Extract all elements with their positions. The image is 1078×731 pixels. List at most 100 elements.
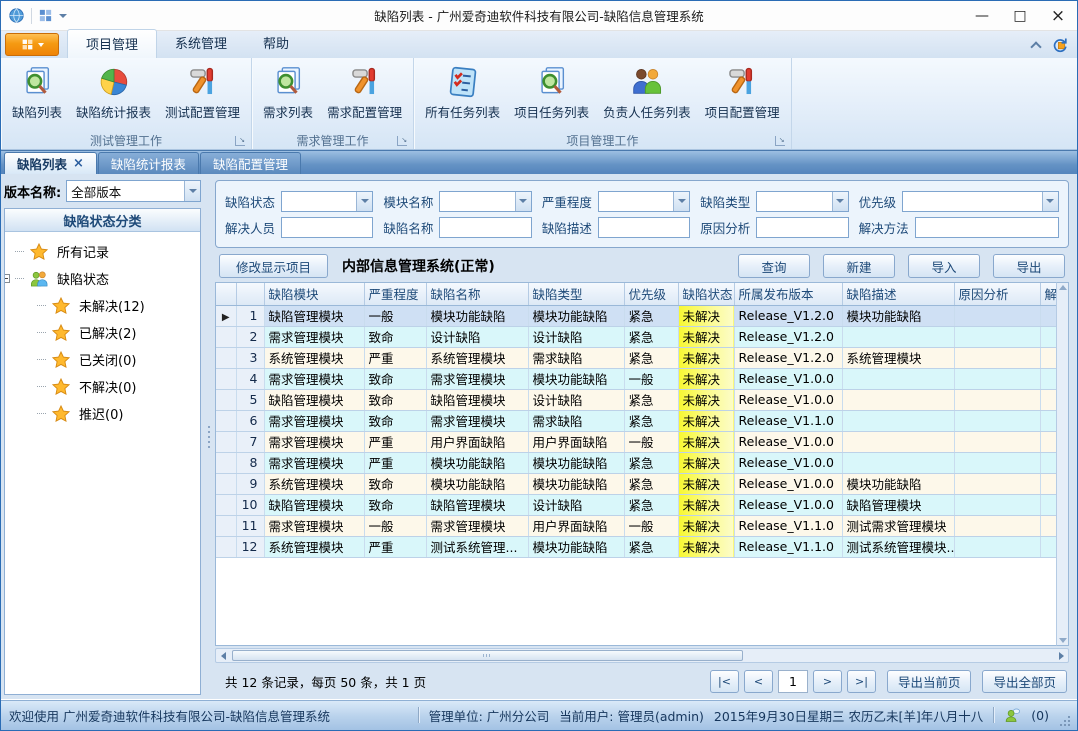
- last-page-button[interactable]: >|: [847, 670, 876, 693]
- dialog-launcher-icon[interactable]: ↘: [397, 136, 407, 146]
- tree-item[interactable]: 推迟(0): [5, 400, 200, 427]
- action-button[interactable]: 导入: [908, 254, 980, 278]
- ribbon-button[interactable]: 缺陷统计报表: [69, 63, 158, 123]
- select-dropdown-button[interactable]: [1042, 192, 1058, 211]
- action-button[interactable]: 新建: [823, 254, 895, 278]
- row-selector-cell[interactable]: [216, 410, 236, 431]
- quick-access-caret-icon[interactable]: [59, 14, 67, 18]
- tab-close-icon[interactable]: ×: [73, 156, 84, 171]
- ribbon-button[interactable]: 项目配置管理: [698, 63, 787, 123]
- export-current-page-button[interactable]: 导出当前页: [887, 670, 972, 693]
- document-tab[interactable]: 缺陷统计报表: [98, 152, 199, 174]
- table-row[interactable]: 7 需求管理模块 严重 用户界面缺陷 用户界面缺陷 一般 未解决 Release…: [216, 431, 1056, 452]
- action-button[interactable]: 查询: [738, 254, 810, 278]
- select-dropdown-button[interactable]: [832, 192, 848, 211]
- table-row[interactable]: 3 系统管理模块 严重 系统管理模块 需求缺陷 紧急 未解决 Release_V…: [216, 347, 1056, 368]
- column-header[interactable]: 缺陷模块: [264, 283, 364, 305]
- tree-item[interactable]: 缺陷状态: [5, 265, 200, 292]
- ribbon-tab[interactable]: 帮助: [245, 29, 307, 58]
- vertical-scrollbar[interactable]: [1056, 282, 1069, 646]
- dialog-launcher-icon[interactable]: ↘: [775, 136, 785, 146]
- first-page-button[interactable]: |<: [710, 670, 739, 693]
- maximize-button[interactable]: □: [1001, 1, 1039, 30]
- page-number-input[interactable]: [778, 670, 808, 693]
- ribbon-button[interactable]: 需求列表: [256, 63, 320, 123]
- row-selector-cell[interactable]: [216, 494, 236, 515]
- filter-input[interactable]: [281, 217, 373, 238]
- action-button[interactable]: 导出: [993, 254, 1065, 278]
- ribbon-tab[interactable]: 项目管理: [67, 29, 157, 58]
- about-refresh-icon[interactable]: [1052, 36, 1069, 53]
- table-row[interactable]: 10 缺陷管理模块 致命 缺陷管理模块 设计缺陷 紧急 未解决 Release_…: [216, 494, 1056, 515]
- next-page-button[interactable]: >: [813, 670, 842, 693]
- ribbon-button[interactable]: 缺陷列表: [5, 63, 69, 123]
- tree-item[interactable]: 所有记录: [5, 238, 200, 265]
- table-row[interactable]: 8 需求管理模块 严重 模块功能缺陷 模块功能缺陷 紧急 未解决 Release…: [216, 452, 1056, 473]
- column-header[interactable]: 缺陷状态: [678, 283, 734, 305]
- table-row[interactable]: 9 系统管理模块 致命 模块功能缺陷 模块功能缺陷 紧急 未解决 Release…: [216, 473, 1056, 494]
- tree-item[interactable]: 已解决(2): [5, 319, 200, 346]
- ribbon-button[interactable]: 需求配置管理: [320, 63, 409, 123]
- row-selector-cell[interactable]: ▶: [216, 305, 236, 326]
- prev-page-button[interactable]: <: [744, 670, 773, 693]
- scroll-right-icon[interactable]: [1054, 652, 1068, 660]
- row-selector-cell[interactable]: [216, 389, 236, 410]
- filter-select[interactable]: [281, 191, 373, 212]
- filter-input[interactable]: [598, 217, 690, 238]
- column-header[interactable]: 缺陷类型: [528, 283, 624, 305]
- document-tab[interactable]: 缺陷配置管理: [200, 152, 301, 174]
- row-selector-cell[interactable]: [216, 326, 236, 347]
- filter-input[interactable]: [756, 217, 848, 238]
- table-row[interactable]: 11 需求管理模块 一般 需求管理模块 用户界面缺陷 一般 未解决 Releas…: [216, 515, 1056, 536]
- select-dropdown-button[interactable]: [515, 192, 531, 211]
- filter-select[interactable]: [756, 191, 848, 212]
- filter-input[interactable]: [439, 217, 531, 238]
- ribbon-tab[interactable]: 系统管理: [157, 29, 245, 58]
- tree-item[interactable]: 已关闭(0): [5, 346, 200, 373]
- ribbon-button[interactable]: 负责人任务列表: [596, 63, 698, 123]
- scrollbar-thumb[interactable]: [232, 650, 743, 661]
- document-tab[interactable]: 缺陷列表 ×: [4, 152, 97, 174]
- column-header[interactable]: 严重程度: [364, 283, 426, 305]
- filter-select[interactable]: [598, 191, 690, 212]
- column-header[interactable]: 原因分析: [954, 283, 1040, 305]
- ribbon-button[interactable]: 测试配置管理: [158, 63, 247, 123]
- column-header[interactable]: 缺陷名称: [426, 283, 528, 305]
- panel-splitter[interactable]: [205, 174, 213, 699]
- table-row[interactable]: 12 系统管理模块 严重 测试系统管理... 模块功能缺陷 紧急 未解决 Rel…: [216, 536, 1056, 557]
- row-selector-cell[interactable]: [216, 473, 236, 494]
- modify-display-items-button[interactable]: 修改显示项目: [219, 254, 328, 278]
- table-row[interactable]: 5 缺陷管理模块 致命 缺陷管理模块 设计缺陷 紧急 未解决 Release_V…: [216, 389, 1056, 410]
- select-dropdown-button[interactable]: [673, 192, 689, 211]
- tree-item[interactable]: 不解决(0): [5, 373, 200, 400]
- filter-input[interactable]: [915, 217, 1059, 238]
- column-header[interactable]: 解决方法: [1040, 283, 1056, 305]
- horizontal-scrollbar[interactable]: [215, 648, 1069, 663]
- tree-item[interactable]: 未解决(12): [5, 292, 200, 319]
- filter-select[interactable]: [902, 191, 1059, 212]
- scroll-left-icon[interactable]: [216, 652, 230, 660]
- export-all-pages-button[interactable]: 导出全部页: [982, 670, 1067, 693]
- column-header[interactable]: 所属发布版本: [734, 283, 842, 305]
- version-combobox[interactable]: 全部版本: [66, 180, 201, 202]
- select-dropdown-button[interactable]: [356, 192, 372, 211]
- close-button[interactable]: ×: [1039, 1, 1077, 30]
- row-selector-cell[interactable]: [216, 452, 236, 473]
- minimize-button[interactable]: —: [963, 1, 1001, 30]
- scroll-down-icon[interactable]: [1059, 638, 1067, 643]
- application-menu-button[interactable]: [5, 33, 59, 56]
- ribbon-button[interactable]: 项目任务列表: [507, 63, 596, 123]
- table-row[interactable]: 6 需求管理模块 致命 需求管理模块 需求缺陷 紧急 未解决 Release_V…: [216, 410, 1056, 431]
- row-selector-cell[interactable]: [216, 515, 236, 536]
- tree-expander-icon[interactable]: [5, 274, 10, 283]
- row-selector-cell[interactable]: [216, 347, 236, 368]
- quick-access-grid-icon[interactable]: [38, 8, 53, 23]
- row-selector-cell[interactable]: [216, 368, 236, 389]
- table-row[interactable]: 4 需求管理模块 致命 需求管理模块 模块功能缺陷 一般 未解决 Release…: [216, 368, 1056, 389]
- row-selector-cell[interactable]: [216, 431, 236, 452]
- ribbon-collapse-icon[interactable]: [1030, 41, 1041, 52]
- filter-select[interactable]: [439, 191, 531, 212]
- column-header[interactable]: 优先级: [624, 283, 678, 305]
- scroll-up-icon[interactable]: [1059, 285, 1067, 290]
- row-selector-cell[interactable]: [216, 536, 236, 557]
